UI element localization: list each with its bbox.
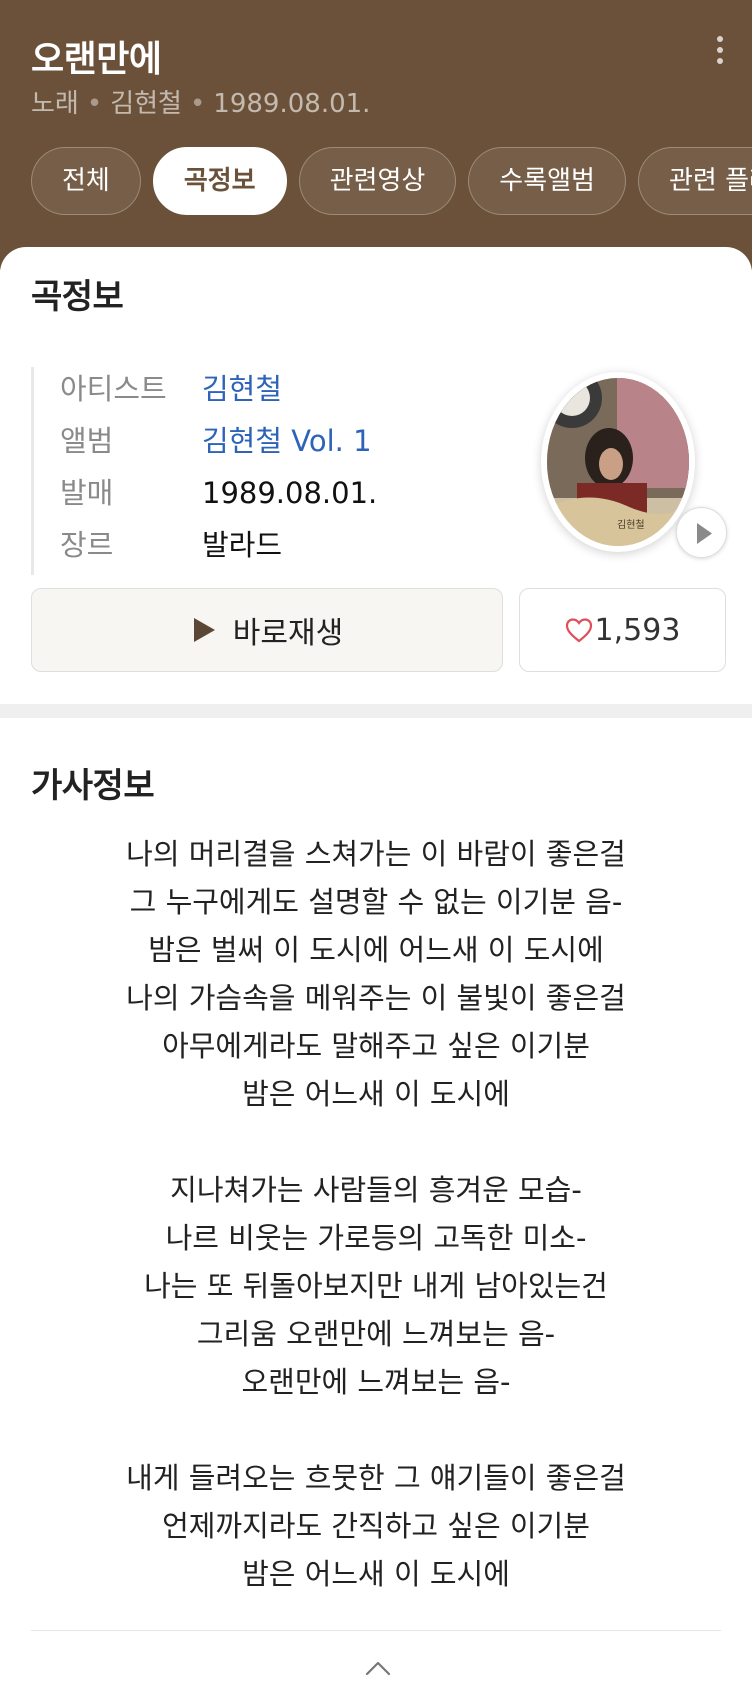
info-key: 발매 bbox=[60, 476, 114, 510]
lyrics-line: 나르 비웃는 가로등의 고독한 미소- bbox=[165, 1221, 587, 1255]
lyrics-line: 나는 또 뒤돌아보지만 내게 남아있는건 bbox=[144, 1269, 608, 1303]
section-title-lyrics: 가사정보 bbox=[31, 766, 155, 806]
info-key: 장르 bbox=[60, 528, 114, 562]
album-cover-art: 김현철 bbox=[547, 378, 689, 546]
info-row-artist: 아티스트 김현철 bbox=[60, 367, 511, 419]
lyrics-line: 나의 가슴속을 메워주는 이 불빛이 좋은걸 bbox=[126, 981, 626, 1015]
lyrics-section: 가사정보 나의 머리결을 스쳐가는 이 바람이 좋은걸 그 누구에게도 설명할 … bbox=[0, 718, 752, 1699]
song-info-list: 아티스트 김현철 앨범 김현철 Vol. 1 발매 1989.08.01. 장르 발라드 bbox=[31, 367, 511, 575]
tab-related-videos[interactable]: 관련영상 bbox=[298, 147, 457, 215]
meta-separator: • bbox=[86, 89, 103, 119]
album-cover-image[interactable]: 김현철 bbox=[541, 372, 695, 552]
lyrics-line: 밤은 벌써 이 도시에 어느새 이 도시에 bbox=[148, 933, 604, 967]
heart-icon bbox=[565, 618, 592, 643]
lyrics-bottom-divider bbox=[31, 1630, 721, 1631]
lyrics-line: 밤은 어느새 이 도시에 bbox=[242, 1077, 510, 1111]
like-count: 1,593 bbox=[594, 612, 681, 648]
lyrics-line: 지나쳐가는 사람들의 흥겨운 모습- bbox=[170, 1173, 582, 1207]
info-row-album: 앨범 김현철 Vol. 1 bbox=[60, 419, 511, 471]
lyrics-line: 내게 들려오는 흐뭇한 그 얘기들이 좋은걸 bbox=[126, 1461, 626, 1495]
play-icon bbox=[193, 618, 215, 642]
info-key: 아티스트 bbox=[60, 372, 167, 406]
artist-link[interactable]: 김현철 bbox=[202, 372, 282, 406]
lyrics-text: 나의 머리결을 스쳐가는 이 바람이 좋은걸 그 누구에게도 설명할 수 없는 … bbox=[31, 830, 721, 1598]
tab-related-playlists[interactable]: 관련 플레이리스트 bbox=[637, 147, 752, 215]
lyrics-line: 그 누구에게도 설명할 수 없는 이기분 음- bbox=[129, 885, 623, 919]
genre: 발라드 bbox=[202, 528, 283, 562]
info-key: 앨범 bbox=[60, 424, 114, 458]
album-link[interactable]: 김현철 Vol. 1 bbox=[202, 424, 372, 458]
play-now-button[interactable]: 바로재생 bbox=[31, 588, 503, 672]
like-button[interactable]: 1,593 bbox=[519, 588, 726, 672]
lyrics-stanza-break bbox=[31, 1406, 721, 1454]
tab-albums[interactable]: 수록앨범 bbox=[468, 147, 626, 215]
meta-artist[interactable]: 김현철 bbox=[110, 89, 182, 119]
section-title-song-info: 곡정보 bbox=[31, 277, 124, 317]
meta-date: 1989.08.01. bbox=[213, 89, 371, 119]
tab-song-info[interactable]: 곡정보 bbox=[152, 147, 287, 215]
lyrics-line: 언제까지라도 간직하고 싶은 이기분 bbox=[162, 1509, 590, 1543]
header: 오랜만에 노래 • 김현철 • 1989.08.01. 전체 곡정보 관련영상 수록앨범 관련 … bbox=[0, 0, 752, 270]
album-play-button[interactable] bbox=[676, 507, 727, 558]
meta-separator: • bbox=[189, 89, 206, 119]
play-now-label: 바로재생 bbox=[232, 616, 344, 651]
play-icon bbox=[697, 523, 712, 544]
tab-bar: 전체곡정보관련영상수록앨범관련 플레이리스트 bbox=[31, 147, 752, 217]
tab-all[interactable]: 전체 bbox=[31, 147, 141, 215]
info-row-genre: 장르 발라드 bbox=[60, 523, 511, 575]
song-meta: 노래 • 김현철 • 1989.08.01. bbox=[31, 83, 370, 120]
song-info-card: 곡정보 아티스트 김현철 앨범 김현철 Vol. 1 발매 1989.08.01. 장… bbox=[0, 247, 752, 704]
svg-text:김현철: 김현철 bbox=[617, 519, 645, 531]
lyrics-line: 오랜만에 느껴보는 음- bbox=[241, 1365, 511, 1399]
more-vertical-icon[interactable] bbox=[708, 36, 732, 72]
album-cover[interactable]: 김현철 bbox=[541, 372, 727, 558]
chevron-up-icon[interactable] bbox=[364, 1658, 392, 1678]
info-row-release: 발매 1989.08.01. bbox=[60, 471, 511, 523]
section-divider bbox=[0, 704, 752, 718]
release-date: 1989.08.01. bbox=[202, 476, 378, 510]
lyrics-line: 그리움 오랜만에 느껴보는 음- bbox=[196, 1317, 556, 1351]
lyrics-line: 나의 머리결을 스쳐가는 이 바람이 좋은걸 bbox=[126, 837, 626, 871]
song-title: 오랜만에 bbox=[31, 39, 162, 80]
lyrics-line: 아무에게라도 말해주고 싶은 이기분 bbox=[162, 1029, 590, 1063]
lyrics-stanza-break bbox=[31, 1118, 721, 1166]
meta-type: 노래 bbox=[31, 89, 79, 119]
lyrics-line: 밤은 어느새 이 도시에 bbox=[242, 1557, 510, 1591]
